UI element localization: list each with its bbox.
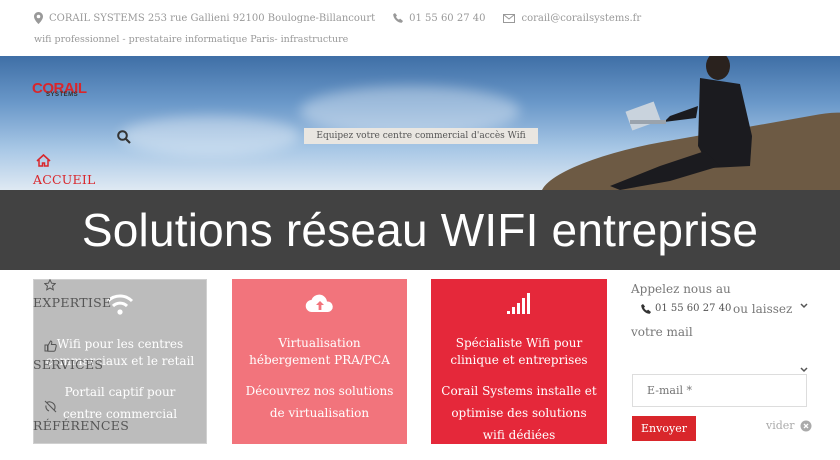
chevron-down-icon[interactable] bbox=[800, 294, 808, 313]
email-item[interactable]: corail@corailsystems.fr bbox=[503, 13, 641, 24]
phone-icon bbox=[641, 303, 651, 314]
card-title: Spécialiste Wifi pour clinique et entrep… bbox=[450, 336, 588, 367]
call-prefix: Appelez nous au bbox=[631, 282, 731, 296]
page-title: Solutions réseau WIFI entreprise bbox=[81, 204, 759, 256]
site-tagline: wifi professionnel - prestataire informa… bbox=[34, 34, 349, 45]
title-banner: Solutions réseau WIFI entreprise bbox=[0, 190, 840, 270]
contact-widget: Appelez nous au bbox=[631, 278, 811, 300]
corail-logo[interactable]: CORAIL SYSTEMS bbox=[32, 80, 87, 98]
card-description: Corail Systems installe et optimise des … bbox=[441, 384, 597, 442]
nav-accueil[interactable]: ACCUEIL bbox=[33, 172, 95, 187]
search-button[interactable] bbox=[117, 129, 131, 148]
call-suffix-part1: ou laissez bbox=[733, 302, 793, 316]
hero-person-with-laptop bbox=[610, 56, 752, 190]
card-description: Découvrez nos solutions de virtualisatio… bbox=[245, 384, 394, 420]
home-icon[interactable] bbox=[36, 152, 51, 171]
cloud-upload-icon bbox=[232, 291, 407, 319]
hero-image: Equipez votre centre commercial d'accès … bbox=[0, 56, 840, 190]
sidebar-phone-text: 01 55 60 27 40 bbox=[655, 303, 732, 314]
service-card-virtualisation[interactable]: Virtualisation hébergement PRA/PCA Décou… bbox=[232, 279, 407, 444]
signal-bars-icon bbox=[431, 291, 607, 319]
phone-item[interactable]: 01 55 60 27 40 bbox=[393, 13, 485, 24]
nav-services[interactable]: SERVICES bbox=[33, 357, 103, 372]
hero-caption: Equipez votre centre commercial d'accès … bbox=[304, 128, 538, 144]
close-circle-icon bbox=[800, 420, 812, 431]
star-icon bbox=[43, 276, 57, 295]
address-text: CORAIL SYSTEMS 253 rue Gallieni 92100 Bo… bbox=[49, 12, 376, 24]
map-pin-icon bbox=[34, 12, 43, 24]
nav-references[interactable]: RÉFÉRENCES bbox=[33, 418, 129, 433]
thumbs-up-icon bbox=[44, 337, 57, 356]
hero-cloud bbox=[120, 116, 300, 156]
call-suffix-part2: votre mail bbox=[631, 325, 693, 339]
envelope-icon bbox=[503, 13, 516, 23]
nav-expertise[interactable]: EXPERTISE bbox=[33, 295, 111, 310]
logo-sub: SYSTEMS bbox=[46, 92, 79, 98]
clear-label: vider bbox=[766, 419, 795, 432]
sidebar-phone[interactable]: 01 55 60 27 40 bbox=[641, 303, 731, 314]
send-button[interactable]: Envoyer bbox=[632, 416, 696, 441]
phone-text: 01 55 60 27 40 bbox=[409, 12, 486, 24]
address-item: CORAIL SYSTEMS 253 rue Gallieni 92100 Bo… bbox=[34, 12, 375, 24]
references-icon bbox=[44, 398, 57, 417]
phone-icon bbox=[393, 13, 404, 23]
email-text: corail@corailsystems.fr bbox=[521, 12, 642, 24]
email-field[interactable] bbox=[632, 374, 807, 407]
service-card-wifi-clinique[interactable]: Spécialiste Wifi pour clinique et entrep… bbox=[431, 279, 607, 444]
contact-row: CORAIL SYSTEMS 253 rue Gallieni 92100 Bo… bbox=[34, 11, 659, 25]
top-info-bar: CORAIL SYSTEMS 253 rue Gallieni 92100 Bo… bbox=[0, 0, 840, 56]
card-title: Virtualisation hébergement PRA/PCA bbox=[249, 336, 390, 367]
clear-button[interactable]: vider bbox=[766, 419, 812, 432]
search-icon bbox=[117, 130, 131, 144]
